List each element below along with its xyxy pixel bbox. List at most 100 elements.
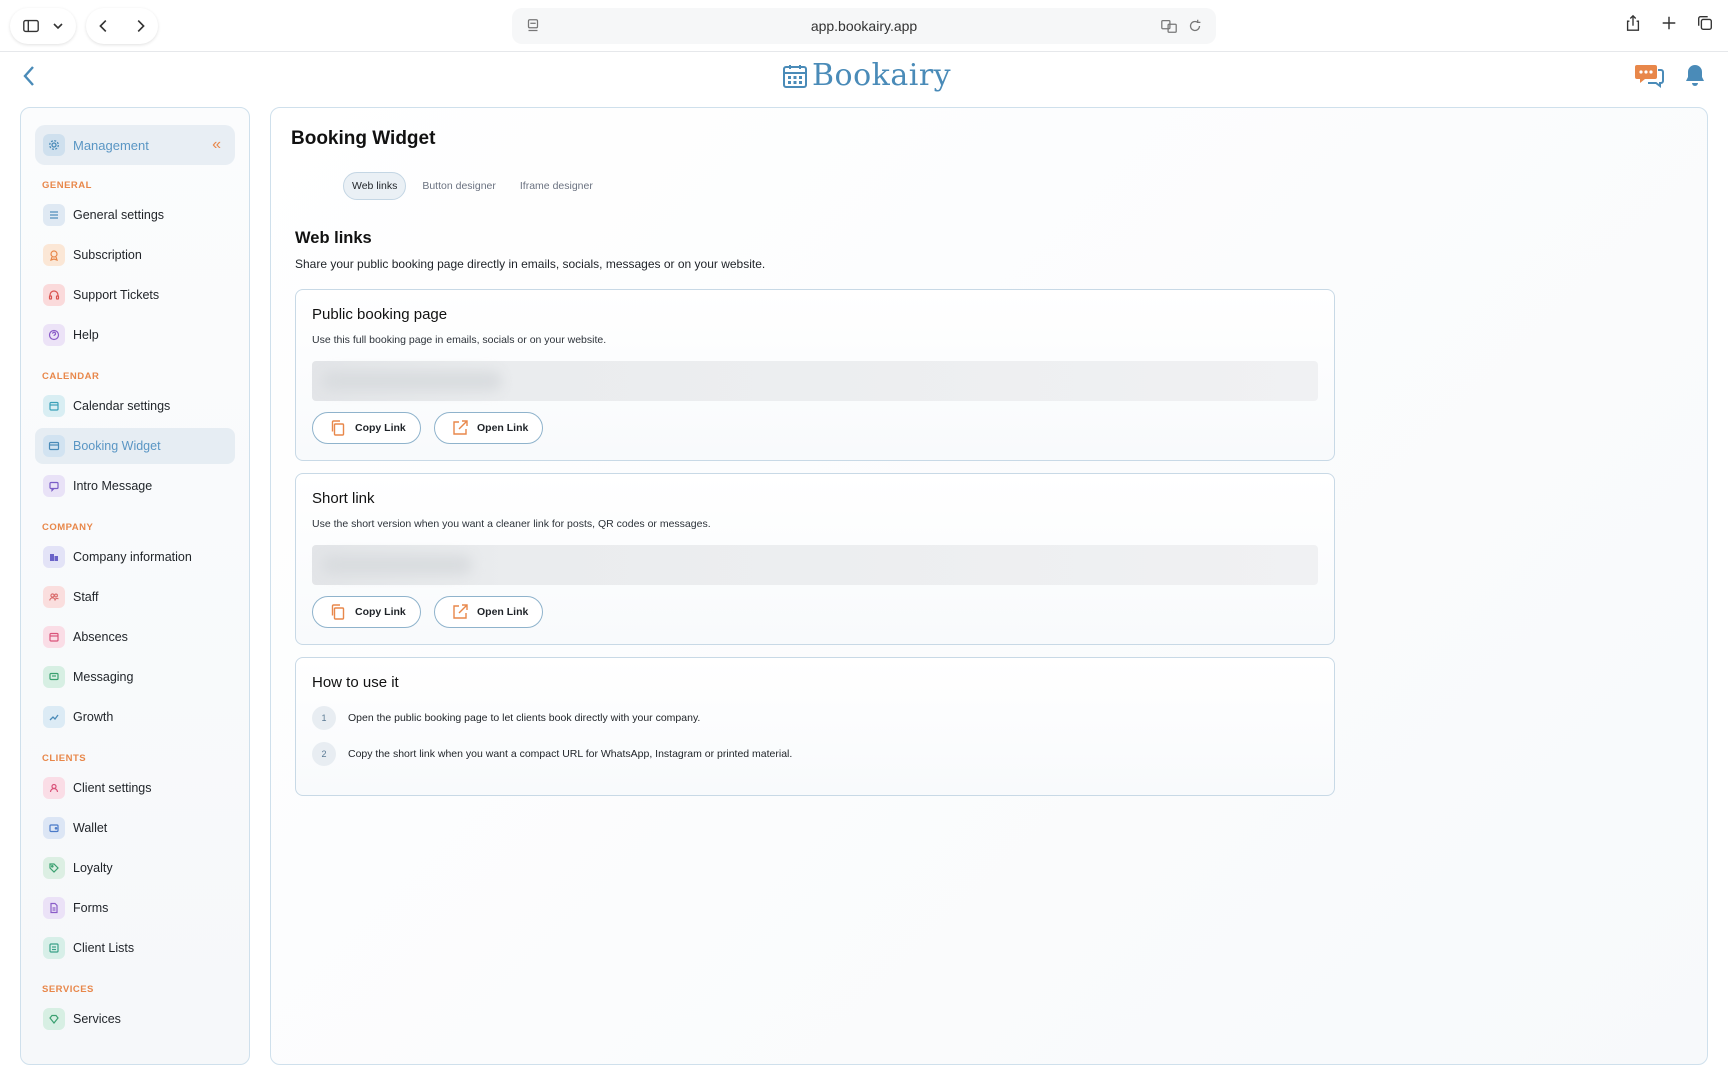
step-text: Copy the short link when you want a comp… <box>348 748 793 760</box>
section-subtitle: Share your public booking page directly … <box>295 257 766 271</box>
trend-icon <box>43 706 65 728</box>
chat-icon[interactable] <box>1634 62 1664 88</box>
sidebar-item-support-tickets[interactable]: Support Tickets <box>35 277 235 313</box>
document-icon <box>43 897 65 919</box>
short-link-card: Short link Use the short version when yo… <box>295 473 1335 645</box>
sidebar-item-booking-widget[interactable]: Booking Widget <box>35 428 235 464</box>
open-link-button[interactable]: Open Link <box>434 412 544 444</box>
sidebar-item-label: Client settings <box>73 781 152 795</box>
sidebar-item-label: Company information <box>73 550 192 564</box>
section-label-clients: CLIENTS <box>42 753 87 764</box>
sidebar-item-absences[interactable]: Absences <box>35 619 235 655</box>
sidebar-item-general-settings[interactable]: General settings <box>35 197 235 233</box>
gear-icon <box>43 134 65 156</box>
tab-iframe-designer[interactable]: Iframe designer <box>512 173 601 199</box>
collapse-sidebar-icon[interactable]: « <box>212 136 221 154</box>
sidebar-item-company-information[interactable]: Company information <box>35 539 235 575</box>
sliders-icon <box>43 204 65 226</box>
bell-icon[interactable] <box>1684 63 1706 87</box>
external-link-icon <box>451 603 469 621</box>
badge-icon <box>43 244 65 266</box>
copy-icon <box>329 419 347 437</box>
header-actions <box>1634 62 1706 88</box>
sidebar-item-label: Services <box>73 1012 121 1026</box>
sidebar-item-label: Messaging <box>73 670 134 684</box>
how-to-card: How to use it 1 Open the public booking … <box>295 657 1335 796</box>
sidebar-item-label: Loyalty <box>73 861 113 875</box>
sidebar-toggle-group[interactable] <box>10 8 76 44</box>
sidebar: Management « GENERAL General settings Su… <box>20 107 250 1065</box>
sidebar-item-growth[interactable]: Growth <box>35 699 235 735</box>
sidebar-item-label: General settings <box>73 208 165 222</box>
copy-link-button[interactable]: Copy Link <box>312 412 421 444</box>
forward-arrow-icon[interactable] <box>131 17 149 35</box>
tab-web-links[interactable]: Web links <box>343 172 407 200</box>
browser-actions <box>1624 14 1714 32</box>
card-title: Public booking page <box>312 306 448 323</box>
sidebar-item-label: Support Tickets <box>73 288 160 302</box>
open-link-button[interactable]: Open Link <box>434 596 544 628</box>
sidebar-item-client-lists[interactable]: Client Lists <box>35 930 235 966</box>
tag-icon <box>43 857 65 879</box>
new-tab-icon[interactable] <box>1660 14 1678 32</box>
sidebar-item-label: Intro Message <box>73 479 153 493</box>
sidebar-header-management[interactable]: Management « <box>35 125 235 165</box>
calendar-logo-icon <box>782 63 808 89</box>
sidebar-item-staff[interactable]: Staff <box>35 579 235 615</box>
sidebar-item-label: Forms <box>73 901 109 915</box>
section-label-calendar: CALENDAR <box>42 371 100 382</box>
card-title: How to use it <box>312 674 399 691</box>
sidebar-item-services[interactable]: Services <box>35 1001 235 1037</box>
sidebar-item-help[interactable]: Help <box>35 317 235 353</box>
message-icon <box>43 475 65 497</box>
company-icon <box>43 546 65 568</box>
sidebar-toggle-icon[interactable] <box>22 17 40 35</box>
card-description: Use this full booking page in emails, so… <box>312 334 607 346</box>
headset-icon <box>43 284 65 306</box>
sidebar-item-intro-message[interactable]: Intro Message <box>35 468 235 504</box>
public-link-field[interactable] <box>312 361 1318 401</box>
external-link-icon <box>451 419 469 437</box>
section-label-general: GENERAL <box>42 180 92 191</box>
browser-toolbar: app.bookairy.app <box>0 0 1728 52</box>
sidebar-header-label: Management <box>73 137 149 153</box>
sidebar-item-label: Help <box>73 328 99 342</box>
url-text: app.bookairy.app <box>810 18 918 34</box>
sidebar-item-calendar-settings[interactable]: Calendar settings <box>35 388 235 424</box>
user-icon <box>43 777 65 799</box>
sidebar-item-loyalty[interactable]: Loyalty <box>35 850 235 886</box>
page-title: Booking Widget <box>291 128 436 149</box>
sidebar-item-label: Wallet <box>73 821 108 835</box>
page-menu-icon[interactable] <box>524 17 542 35</box>
calendar-icon <box>43 395 65 417</box>
back-button[interactable] <box>18 62 40 90</box>
sidebar-item-label: Booking Widget <box>73 439 161 453</box>
sidebar-item-messaging[interactable]: Messaging <box>35 659 235 695</box>
sidebar-item-subscription[interactable]: Subscription <box>35 237 235 273</box>
reload-icon[interactable] <box>1186 17 1204 35</box>
share-icon[interactable] <box>1624 14 1642 32</box>
history-nav <box>86 8 158 44</box>
back-arrow-icon[interactable] <box>95 17 113 35</box>
section-label-services: SERVICES <box>42 984 94 995</box>
sidebar-item-client-settings[interactable]: Client settings <box>35 770 235 806</box>
tab-overview-icon[interactable] <box>1696 14 1714 32</box>
step-text: Open the public booking page to let clie… <box>348 712 701 724</box>
section-title: Web links <box>295 229 372 247</box>
chevron-down-icon[interactable] <box>52 20 64 32</box>
sidebar-item-wallet[interactable]: Wallet <box>35 810 235 846</box>
copy-link-button[interactable]: Copy Link <box>312 596 421 628</box>
tab-bar: Web links Button designer Iframe designe… <box>343 172 601 200</box>
translate-icon[interactable] <box>1160 17 1178 35</box>
sidebar-item-label: Client Lists <box>73 941 135 955</box>
how-to-step: 2 Copy the short link when you want a co… <box>312 742 792 766</box>
address-bar[interactable]: app.bookairy.app <box>512 8 1216 44</box>
sidebar-item-forms[interactable]: Forms <box>35 890 235 926</box>
main-panel: Booking Widget Web links Button designer… <box>270 107 1708 1065</box>
tab-button-designer[interactable]: Button designer <box>414 173 504 199</box>
short-link-field[interactable] <box>312 545 1318 585</box>
help-icon <box>43 324 65 346</box>
users-icon <box>43 586 65 608</box>
step-number: 1 <box>312 706 336 730</box>
logo: Bookairy <box>782 58 951 93</box>
